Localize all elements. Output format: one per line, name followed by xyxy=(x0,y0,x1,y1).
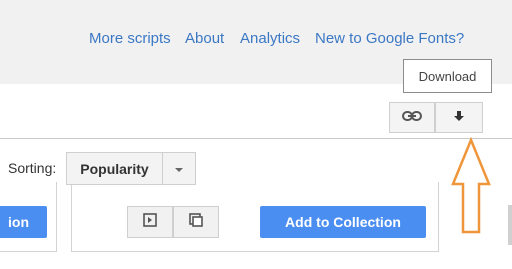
pop-out-icon xyxy=(189,212,203,232)
sorting-label: Sorting: xyxy=(8,160,57,176)
nav-link-new-to-google-fonts[interactable]: New to Google Fonts? xyxy=(315,30,464,47)
annotation-arrow-icon xyxy=(451,137,491,234)
chevron-down-icon xyxy=(174,160,184,178)
quick-use-button[interactable] xyxy=(127,206,173,238)
button-label-fragment: ion xyxy=(8,214,29,230)
nav-link-more-scripts[interactable]: More scripts xyxy=(89,30,171,47)
scrollbar-edge xyxy=(508,205,512,245)
download-tooltip: Download xyxy=(403,59,492,93)
add-to-collection-button-left[interactable]: ion xyxy=(0,206,47,238)
nav-link-analytics[interactable]: Analytics xyxy=(240,30,300,47)
pop-out-button[interactable] xyxy=(173,206,219,238)
sorting-select[interactable]: Popularity xyxy=(66,152,163,185)
download-arrow-icon xyxy=(453,109,465,127)
sorting-dropdown-button[interactable] xyxy=(163,152,196,185)
add-to-collection-button[interactable]: Add to Collection xyxy=(260,206,426,238)
link-icon xyxy=(402,109,422,127)
toolbar-divider xyxy=(0,138,512,139)
link-button[interactable] xyxy=(389,102,435,133)
nav-link-about[interactable]: About xyxy=(185,30,224,47)
download-button[interactable] xyxy=(435,102,483,133)
quick-use-icon xyxy=(143,212,157,232)
